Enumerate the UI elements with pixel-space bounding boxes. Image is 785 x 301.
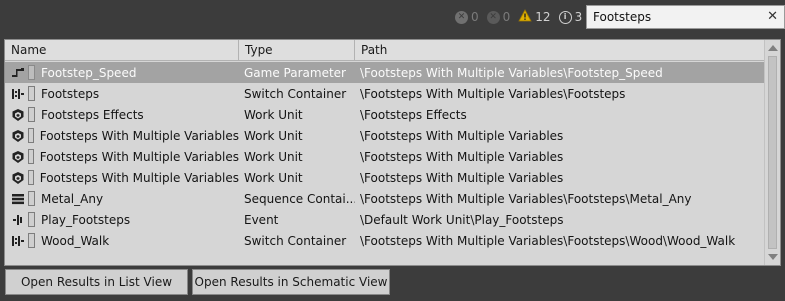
open-schematic-view-button[interactable]: Open Results in Schematic View: [192, 269, 390, 295]
object-name: Footstep_Speed: [41, 65, 137, 80]
table-row[interactable]: Footsteps With Multiple Variables Work Un…: [5, 167, 765, 188]
error-icon: ✕: [455, 10, 468, 24]
scroll-up-arrow-icon[interactable]: [768, 45, 778, 51]
name-cell: Footsteps With Multiple Variables: [5, 170, 239, 185]
switch-container-icon: [11, 234, 25, 248]
path-cell: \Footsteps With Multiple Variables: [360, 170, 564, 185]
name-cell: Footstep_Speed: [5, 65, 239, 80]
path-cell: \Footsteps With Multiple Variables: [360, 128, 564, 143]
table-row[interactable]: Footsteps With Multiple Variables Work Un…: [5, 146, 765, 167]
search-input[interactable]: [587, 7, 757, 27]
info-counter[interactable]: i 3: [558, 10, 583, 24]
path-cell: \Footsteps With Multiple Variables\Foots…: [360, 65, 663, 80]
path-cell: \Default Work Unit\Play_Footsteps: [360, 212, 564, 227]
column-header-type[interactable]: Type: [239, 40, 355, 60]
object-name: Metal_Any: [41, 191, 104, 206]
type-cell: Game Parameter: [244, 65, 346, 80]
type-cell: Sequence Contai...: [244, 191, 355, 206]
path-cell: \Footsteps With Multiple Variables\Foots…: [360, 86, 626, 101]
search-box: ✕: [586, 5, 785, 29]
event-icon: [11, 213, 25, 227]
status-counters: ✕ 0 ✕ 0 12 i 3: [455, 8, 588, 26]
object-name: Footsteps With Multiple Variables: [39, 149, 239, 164]
object-name: Footsteps Effects: [41, 107, 144, 122]
table-row[interactable]: Play_Footsteps Event \Default Work Unit\Pl…: [5, 209, 765, 230]
type-cell: Work Unit: [244, 107, 303, 122]
path-cell: \Footsteps Effects: [360, 107, 467, 122]
results-panel: Name Type Path Footstep_Speed Game Parame…: [4, 39, 781, 266]
column-header-path[interactable]: Path: [355, 40, 765, 60]
path-cell: \Footsteps With Multiple Variables\Foots…: [360, 191, 692, 206]
scroll-down-arrow-icon[interactable]: [768, 254, 778, 260]
name-cell: Footsteps: [5, 86, 239, 101]
path-cell: \Footsteps With Multiple Variables\Foots…: [360, 233, 736, 248]
color-marker: [28, 170, 34, 185]
blocked-count: 0: [502, 10, 511, 24]
switch-container-icon: [11, 87, 25, 101]
object-name: Footsteps With Multiple Variables: [39, 170, 239, 185]
color-marker: [28, 149, 34, 164]
game-parameter-icon: [11, 66, 25, 80]
type-cell: Event: [244, 212, 279, 227]
table-row[interactable]: Metal_Any Sequence Contai... \Footsteps Wi…: [5, 188, 765, 209]
top-bar: ✕ 0 ✕ 0 12 i 3 ✕: [0, 0, 785, 33]
color-marker: [28, 191, 35, 206]
work-unit-icon: [11, 129, 25, 143]
object-name: Play_Footsteps: [41, 212, 131, 227]
warning-icon: [518, 9, 532, 25]
name-cell: Footsteps Effects: [5, 107, 239, 122]
table-header: Name Type Path: [5, 40, 765, 61]
table-row[interactable]: Wood_Walk Switch Container \Footsteps With…: [5, 230, 765, 251]
sequence-container-icon: [11, 192, 25, 206]
type-cell: Work Unit: [244, 170, 303, 185]
color-marker: [28, 212, 35, 227]
table-row[interactable]: Footsteps Switch Container \Footsteps With…: [5, 83, 765, 104]
table-row[interactable]: Footsteps Effects Work Unit \Footsteps Eff…: [5, 104, 765, 125]
name-cell: Metal_Any: [5, 191, 239, 206]
color-marker: [28, 86, 35, 101]
warning-counter[interactable]: 12: [518, 9, 551, 25]
blocked-counter[interactable]: ✕ 0: [486, 10, 511, 24]
results-list: Footstep_Speed Game Parameter \Footsteps W…: [5, 62, 765, 251]
work-unit-icon: [11, 108, 25, 122]
name-cell: Footsteps With Multiple Variables: [5, 128, 239, 143]
column-header-name[interactable]: Name: [5, 40, 239, 60]
type-cell: Work Unit: [244, 149, 303, 164]
type-cell: Work Unit: [244, 128, 303, 143]
error-counter[interactable]: ✕ 0: [455, 10, 479, 24]
work-unit-icon: [11, 150, 25, 164]
name-cell: Footsteps With Multiple Variables: [5, 149, 239, 164]
scroll-thumb[interactable]: [768, 56, 777, 249]
color-marker: [28, 128, 34, 143]
vertical-scrollbar[interactable]: [764, 40, 780, 265]
type-cell: Switch Container: [244, 86, 347, 101]
name-cell: Play_Footsteps: [5, 212, 239, 227]
blocked-icon: ✕: [486, 10, 500, 24]
object-name: Footsteps: [41, 86, 100, 101]
info-count: 3: [574, 10, 583, 24]
error-count: 0: [471, 10, 479, 24]
color-marker: [28, 233, 35, 248]
color-marker: [28, 107, 35, 122]
clear-search-icon[interactable]: ✕: [767, 9, 778, 24]
name-cell: Wood_Walk: [5, 233, 239, 248]
info-icon: i: [558, 10, 572, 24]
warning-count: 12: [535, 10, 551, 24]
object-name: Footsteps With Multiple Variables: [39, 128, 239, 143]
object-name: Wood_Walk: [41, 233, 110, 248]
open-list-view-button[interactable]: Open Results in List View: [5, 269, 188, 295]
table-row[interactable]: Footstep_Speed Game Parameter \Footsteps W…: [5, 62, 765, 83]
path-cell: \Footsteps With Multiple Variables: [360, 149, 564, 164]
color-marker: [28, 65, 35, 80]
work-unit-icon: [11, 171, 25, 185]
type-cell: Switch Container: [244, 233, 347, 248]
table-row[interactable]: Footsteps With Multiple Variables Work Un…: [5, 125, 765, 146]
